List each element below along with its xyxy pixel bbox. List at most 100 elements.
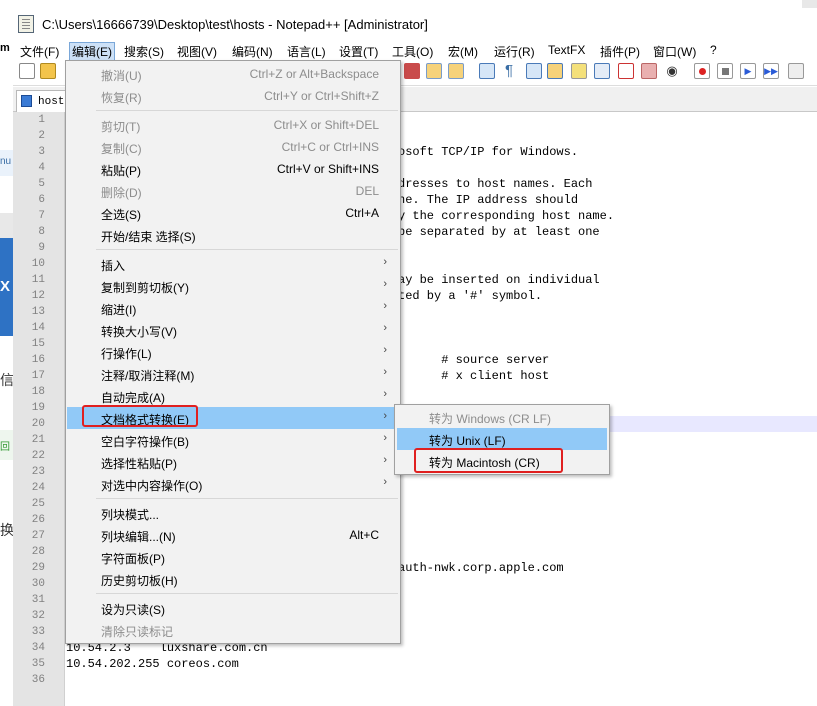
- window-close-button[interactable]: [802, 0, 817, 8]
- menu-select-all[interactable]: 全选(S) Ctrl+A: [67, 202, 399, 224]
- menu-search[interactable]: 搜索(S): [124, 42, 164, 61]
- submenu-windows-crlf[interactable]: 转为 Windows (CR LF): [397, 406, 607, 428]
- background-window-strip: m nu X 信 回 换: [0, 40, 14, 706]
- annotation-box-mac: [414, 448, 563, 473]
- line-number: 28: [31, 546, 45, 558]
- indent-guide-icon[interactable]: [526, 63, 542, 79]
- line-number: 22: [31, 450, 45, 462]
- menu-encoding[interactable]: 编码(N): [232, 42, 273, 61]
- menu-begin-end-select[interactable]: 开始/结束 选择(S): [67, 224, 399, 246]
- menu-textfx[interactable]: TextFX: [548, 42, 585, 58]
- menu-comment[interactable]: 注释/取消注释(M) ›: [67, 363, 399, 385]
- menu-column-mode[interactable]: 列块模式...: [67, 502, 399, 524]
- menu-indent[interactable]: 缩进(I) ›: [67, 297, 399, 319]
- show-all-chars-icon[interactable]: ¶: [501, 63, 517, 79]
- line-number: 12: [31, 290, 45, 302]
- menu-line-ops[interactable]: 行操作(L) ›: [67, 341, 399, 363]
- monitoring-icon[interactable]: [618, 63, 634, 79]
- line-number: 31: [31, 594, 45, 606]
- menu-autocomplete[interactable]: 自动完成(A) ›: [67, 385, 399, 407]
- menu-bar: 文件(F) 编辑(E) 搜索(S) 视图(V) 编码(N) 语言(L) 设置(T…: [13, 40, 817, 61]
- line-number: 30: [31, 578, 45, 590]
- menu-redo[interactable]: 恢复(R) Ctrl+Y or Ctrl+Shift+Z: [67, 85, 399, 107]
- menu-run[interactable]: 运行(R): [494, 42, 535, 61]
- folder-workspace-icon[interactable]: [594, 63, 610, 79]
- menu-clipboard-history[interactable]: 历史剪切板(H): [67, 568, 399, 590]
- line-number: 25: [31, 498, 45, 510]
- line-number: 14: [31, 322, 45, 334]
- menu-delete[interactable]: 删除(D) DEL: [67, 180, 399, 202]
- menu-char-panel[interactable]: 字符面板(P): [67, 546, 399, 568]
- submenu-arrow-icon: ›: [383, 256, 387, 268]
- line-number: 20: [31, 418, 45, 430]
- menu-on-selection[interactable]: 对选中内容操作(O) ›: [67, 473, 399, 495]
- menu-plugins[interactable]: 插件(P): [600, 42, 640, 61]
- submenu-arrow-icon: ›: [383, 410, 387, 422]
- line-number: 15: [31, 338, 45, 350]
- submenu-arrow-icon: ›: [383, 454, 387, 466]
- menu-view[interactable]: 视图(V): [177, 42, 217, 61]
- submenu-arrow-icon: ›: [383, 278, 387, 290]
- menu-undo[interactable]: 撤消(U) Ctrl+Z or Alt+Backspace: [67, 63, 399, 85]
- close-all-icon[interactable]: [404, 63, 420, 79]
- menu-edit[interactable]: 编辑(E): [69, 42, 115, 61]
- open-file-icon[interactable]: [40, 63, 56, 79]
- eye-icon[interactable]: ◉: [664, 63, 680, 79]
- line-number: 34: [31, 642, 45, 654]
- line-number: 10: [31, 258, 45, 270]
- notepad-app-icon: [18, 15, 34, 33]
- menu-settings[interactable]: 设置(T): [339, 42, 378, 61]
- menu-separator: [96, 110, 398, 111]
- function-list-icon[interactable]: [571, 63, 587, 79]
- line-number: 5: [38, 178, 45, 190]
- run-macro-multiple-icon[interactable]: ▶▶: [763, 63, 779, 79]
- save-macro-icon[interactable]: [788, 63, 804, 79]
- folder-icon[interactable]: [641, 63, 657, 79]
- saved-file-icon: [21, 95, 32, 107]
- menu-insert[interactable]: 插入 ›: [67, 253, 399, 275]
- menu-convert-case[interactable]: 转换大小写(V) ›: [67, 319, 399, 341]
- line-number: 16: [31, 354, 45, 366]
- window-title: C:\Users\16666739\Desktop\test\hosts - N…: [42, 17, 428, 32]
- menu-file[interactable]: 文件(F): [20, 42, 59, 61]
- new-file-icon[interactable]: [19, 63, 35, 79]
- code-line-6: ne. The IP address should: [398, 193, 579, 207]
- menu-language[interactable]: 语言(L): [287, 42, 326, 61]
- paste-icon[interactable]: [448, 63, 464, 79]
- menu-column-editor[interactable]: 列块编辑...(N) Alt+C: [67, 524, 399, 546]
- line-number: 27: [31, 530, 45, 542]
- menu-copy-to-clipboard[interactable]: 复制到剪切板(Y) ›: [67, 275, 399, 297]
- edit-menu-dropdown: 撤消(U) Ctrl+Z or Alt+Backspace 恢复(R) Ctrl+Y…: [65, 60, 401, 644]
- bg-fragment-2: nu: [0, 150, 13, 176]
- doc-map-icon[interactable]: [547, 63, 563, 79]
- submenu-unix-lf[interactable]: 转为 Unix (LF): [397, 428, 607, 450]
- line-number: 19: [31, 402, 45, 414]
- record-macro-icon[interactable]: [694, 63, 710, 79]
- menu-window[interactable]: 窗口(W): [653, 42, 696, 61]
- menu-macro[interactable]: 宏(M): [448, 42, 478, 61]
- annotation-box-eol: [82, 405, 198, 427]
- menu-help[interactable]: ?: [710, 42, 717, 58]
- bg-fragment-3: X: [0, 238, 13, 336]
- menu-cut[interactable]: 剪切(T) Ctrl+X or Shift+DEL: [67, 114, 399, 136]
- line-number: 33: [31, 626, 45, 638]
- copy-icon[interactable]: [426, 63, 442, 79]
- menu-blank-ops[interactable]: 空白字符操作(B) ›: [67, 429, 399, 451]
- menu-copy[interactable]: 复制(C) Ctrl+C or Ctrl+INS: [67, 136, 399, 158]
- code-line-7: y the corresponding host name.: [398, 209, 615, 223]
- line-number-gutter: 1 2 3 4 5 6 7 8 9 10 11 12 13 14 15 16 17 18 19 20 21 22 23 24 2…: [13, 112, 65, 706]
- line-number: 36: [31, 674, 45, 686]
- line-number: 7: [38, 210, 45, 222]
- menu-tools[interactable]: 工具(O): [392, 42, 433, 61]
- line-number: 1: [38, 114, 45, 126]
- stop-macro-icon[interactable]: [717, 63, 733, 79]
- play-macro-icon[interactable]: ▶: [740, 63, 756, 79]
- submenu-arrow-icon: ›: [383, 388, 387, 400]
- menu-paste[interactable]: 粘贴(P) Ctrl+V or Shift+INS: [67, 158, 399, 180]
- menu-paste-special[interactable]: 选择性粘贴(P) ›: [67, 451, 399, 473]
- line-number: 13: [31, 306, 45, 318]
- submenu-arrow-icon: ›: [383, 300, 387, 312]
- menu-set-readonly[interactable]: 设为只读(S): [67, 597, 399, 619]
- word-wrap-icon[interactable]: [479, 63, 495, 79]
- menu-clear-readonly[interactable]: 清除只读标记: [67, 619, 399, 641]
